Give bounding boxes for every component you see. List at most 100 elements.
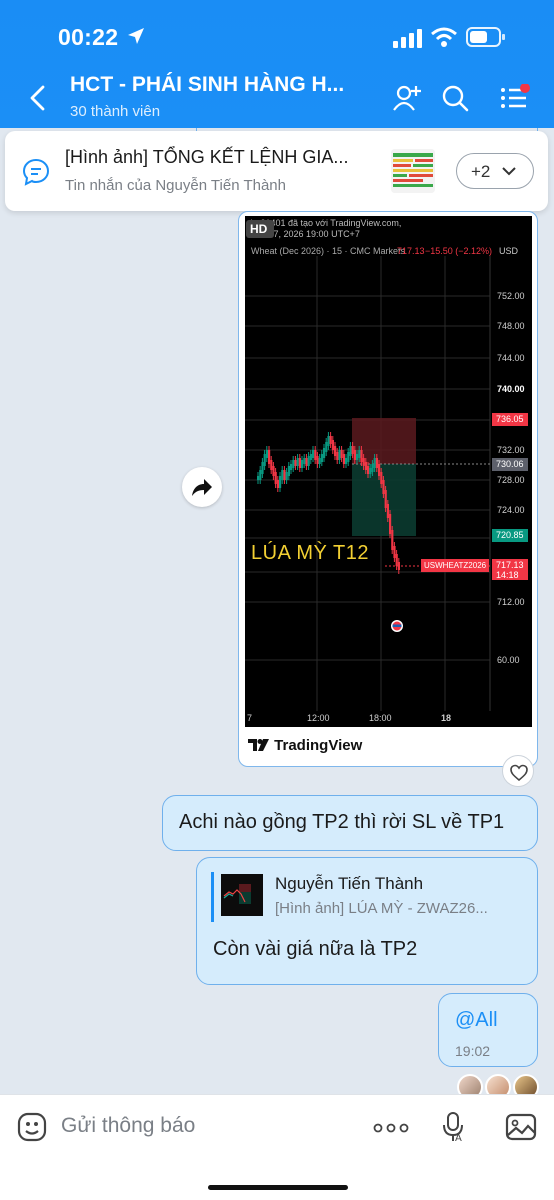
candle-body <box>345 458 348 464</box>
candle-body <box>316 456 319 464</box>
candle-body <box>285 472 288 480</box>
candle-body <box>296 458 299 466</box>
y-tick: 728.00 <box>497 475 525 485</box>
candle-body <box>290 464 293 470</box>
current-price: 717.13 <box>496 560 524 570</box>
candle-body <box>353 450 356 460</box>
wifi-icon <box>431 27 457 47</box>
y-tick: 744.00 <box>497 353 525 363</box>
candle-body <box>261 462 264 474</box>
signal-icon <box>393 29 422 48</box>
reply-message-bubble[interactable]: Nguyễn Tiến Thành [Hình ảnh] LÚA MỲ - ZW… <box>196 857 538 985</box>
candle-body <box>279 476 282 488</box>
pinned-message-bar[interactable]: [Hình ảnh] TỔNG KẾT LỆNH GIA... Tin nhắn… <box>5 131 548 211</box>
candle-body <box>362 458 365 466</box>
quote-bar <box>211 872 214 922</box>
bar-countdown: 14:18 <box>496 570 519 580</box>
candle-body <box>287 466 290 476</box>
chevron-down-icon <box>502 167 516 176</box>
location-arrow-icon <box>128 28 144 44</box>
candle-body <box>336 452 339 460</box>
candle-body <box>283 470 286 480</box>
status-time: 00:22 <box>58 24 119 50</box>
candle-body <box>272 466 275 476</box>
forward-button[interactable] <box>182 467 222 507</box>
candle-body <box>314 450 317 460</box>
candle-body <box>384 490 387 508</box>
candle-body <box>325 442 328 452</box>
heart-icon <box>510 764 528 782</box>
previous-bubble-edge <box>196 128 538 131</box>
candle-body <box>292 460 295 468</box>
menu-list-icon[interactable] <box>500 84 532 112</box>
candle-body <box>265 450 268 458</box>
candle-body <box>391 530 394 550</box>
candle-body <box>281 470 284 480</box>
pinned-thumbnail <box>391 149 435 193</box>
member-count: 30 thành viên <box>70 103 161 120</box>
back-arrow-icon[interactable] <box>28 84 48 112</box>
candle-body <box>257 476 260 480</box>
group-title[interactable]: HCT - PHÁI SINH HÀNG H... <box>70 73 344 97</box>
react-button[interactable] <box>502 755 534 787</box>
y-tick: 752.00 <box>497 291 525 301</box>
candle-body <box>318 458 321 464</box>
search-icon[interactable] <box>441 84 469 112</box>
x-tick: 12:00 <box>307 713 330 723</box>
x-tick: 18 <box>441 713 452 723</box>
candle-body <box>369 468 372 474</box>
tradingview-logo-text: TradingView <box>274 737 363 754</box>
message-input[interactable]: Gửi thông báo <box>61 1114 195 1138</box>
quote-thumbnail <box>221 874 263 916</box>
message-input-bar: Gửi thông báo A <box>0 1094 554 1200</box>
chat-header: 00:22 HCT - PHÁI SINH HÀNG H... 30 thành… <box>0 0 554 128</box>
home-indicator <box>208 1185 348 1190</box>
pinned-title: [Hình ảnh] TỔNG KẾT LỆNH GIA... <box>65 147 349 167</box>
candle-body <box>373 458 376 468</box>
candle-body <box>395 554 398 566</box>
y-tick: 740.00 <box>497 384 525 394</box>
candle-body <box>298 458 301 468</box>
tradingview-logo: TradingView <box>248 737 362 754</box>
candle-body <box>338 450 341 460</box>
candle-body <box>375 458 378 468</box>
candle-body <box>349 446 352 456</box>
quote-preview-text: [Hình ảnh] LÚA MỲ - ZWAZ26... <box>275 900 488 917</box>
message-bubble[interactable]: @All 19:02 <box>438 993 538 1067</box>
candle-body <box>270 460 273 470</box>
candle-body <box>356 454 359 460</box>
symbol-label: USWHEATZ2026 <box>421 559 489 572</box>
image-picker-icon[interactable] <box>505 1112 537 1142</box>
quote-sender-name: Nguyễn Tiến Thành <box>275 874 424 893</box>
candle-body <box>334 446 337 456</box>
add-member-icon[interactable] <box>392 84 422 112</box>
candle-body <box>307 456 310 466</box>
mention-all-text[interactable]: @All <box>455 1009 498 1032</box>
candle-body <box>312 450 315 458</box>
candle-body <box>331 440 334 450</box>
voice-to-text-icon[interactable]: A <box>442 1111 466 1143</box>
candle-body <box>371 464 374 472</box>
candle-body <box>342 454 345 464</box>
more-options-icon[interactable] <box>373 1123 409 1133</box>
candle-body <box>259 470 262 480</box>
candle-body <box>323 448 326 458</box>
sl-price-label: 736.05 <box>492 413 528 426</box>
message-bubble[interactable]: Achi nào gồng TP2 thì rời SL về TP1 <box>162 795 538 851</box>
candle-body <box>263 454 266 466</box>
y-tick: 732.00 <box>497 445 525 455</box>
message-text: Achi nào gồng TP2 thì rời SL về TP1 <box>179 811 505 833</box>
chart-image[interactable]: th t21401 đã tạo với TradingView.com, Th… <box>245 216 532 727</box>
candle-body <box>268 450 271 464</box>
sticker-icon[interactable] <box>16 1111 48 1143</box>
tp-price-label: 720.85 <box>492 529 528 542</box>
candle-body <box>378 464 381 476</box>
price-chart-plot <box>245 256 491 711</box>
pinned-more-button[interactable]: +2 <box>456 153 534 189</box>
candle-body <box>364 462 367 470</box>
candle-body <box>382 480 385 494</box>
candle-body <box>380 472 383 484</box>
candle-body <box>397 562 400 570</box>
current-price-label: 717.13 14:18 <box>492 559 528 580</box>
tradingview-logo-icon <box>248 739 269 751</box>
